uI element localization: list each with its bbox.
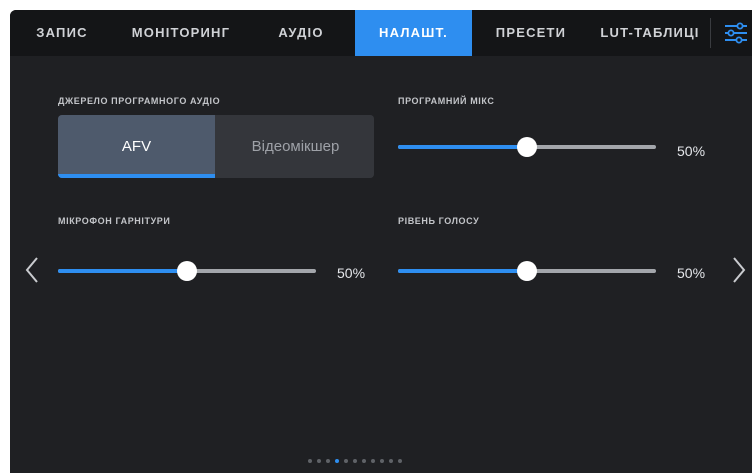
page-dot[interactable] [317, 459, 321, 463]
page-dot[interactable] [308, 459, 312, 463]
chevron-left-icon[interactable] [23, 255, 41, 285]
tab-bar: ЗАПИС МОНІТОРИНГ АУДІО НАЛАШТ. ПРЕСЕТИ L… [10, 10, 752, 56]
headset-mic-label: МІКРОФОН ГАРНІТУРИ [58, 216, 171, 226]
page-dot-current[interactable] [335, 459, 339, 463]
afv-option[interactable]: AFV [58, 115, 215, 178]
tab-audio[interactable]: АУДІО [248, 10, 354, 56]
page-dot[interactable] [362, 459, 366, 463]
tab-settings[interactable]: НАЛАШТ. [355, 10, 472, 56]
page-dot[interactable] [326, 459, 330, 463]
page-dot[interactable] [353, 459, 357, 463]
chevron-right-icon[interactable] [730, 255, 748, 285]
slider-thumb[interactable] [177, 261, 197, 281]
tab-divider [710, 18, 711, 48]
tab-monitoring[interactable]: МОНІТОРИНГ [114, 10, 248, 56]
settings-screen: ЗАПИС МОНІТОРИНГ АУДІО НАЛАШТ. ПРЕСЕТИ L… [10, 10, 752, 473]
voice-level-value: 50% [677, 265, 706, 281]
switcher-option[interactable]: Відеомікшер [217, 115, 374, 178]
slider-fill [58, 269, 187, 273]
voice-level-slider[interactable] [398, 261, 656, 281]
headset-mic-value: 50% [337, 265, 366, 281]
slider-fill [398, 269, 527, 273]
page-dot[interactable] [389, 459, 393, 463]
selected-indicator [58, 174, 215, 178]
program-mix-label: ПРОГРАМНИЙ МІКС [398, 96, 495, 106]
slider-thumb[interactable] [517, 137, 537, 157]
program-mix-slider[interactable] [398, 137, 656, 157]
tab-presets[interactable]: ПРЕСЕТИ [472, 10, 590, 56]
tab-record[interactable]: ЗАПИС [10, 10, 114, 56]
program-audio-source-label: ДЖЕРЕЛО ПРОГРАМНОГО АУДІО [58, 96, 221, 106]
program-mix-value: 50% [677, 143, 706, 159]
page-dot[interactable] [398, 459, 402, 463]
headset-mic-slider[interactable] [58, 261, 316, 281]
tab-luts[interactable]: LUT-ТАБЛИЦІ [590, 10, 710, 56]
slider-thumb[interactable] [517, 261, 537, 281]
page-dot[interactable] [380, 459, 384, 463]
page-dot[interactable] [371, 459, 375, 463]
page-dot[interactable] [344, 459, 348, 463]
program-audio-source-selector: AFV Відеомікшер [58, 115, 374, 178]
slider-fill [398, 145, 527, 149]
voice-level-label: РІВЕНЬ ГОЛОСУ [398, 216, 480, 226]
sliders-icon[interactable] [722, 19, 750, 47]
page-indicator [308, 459, 402, 467]
